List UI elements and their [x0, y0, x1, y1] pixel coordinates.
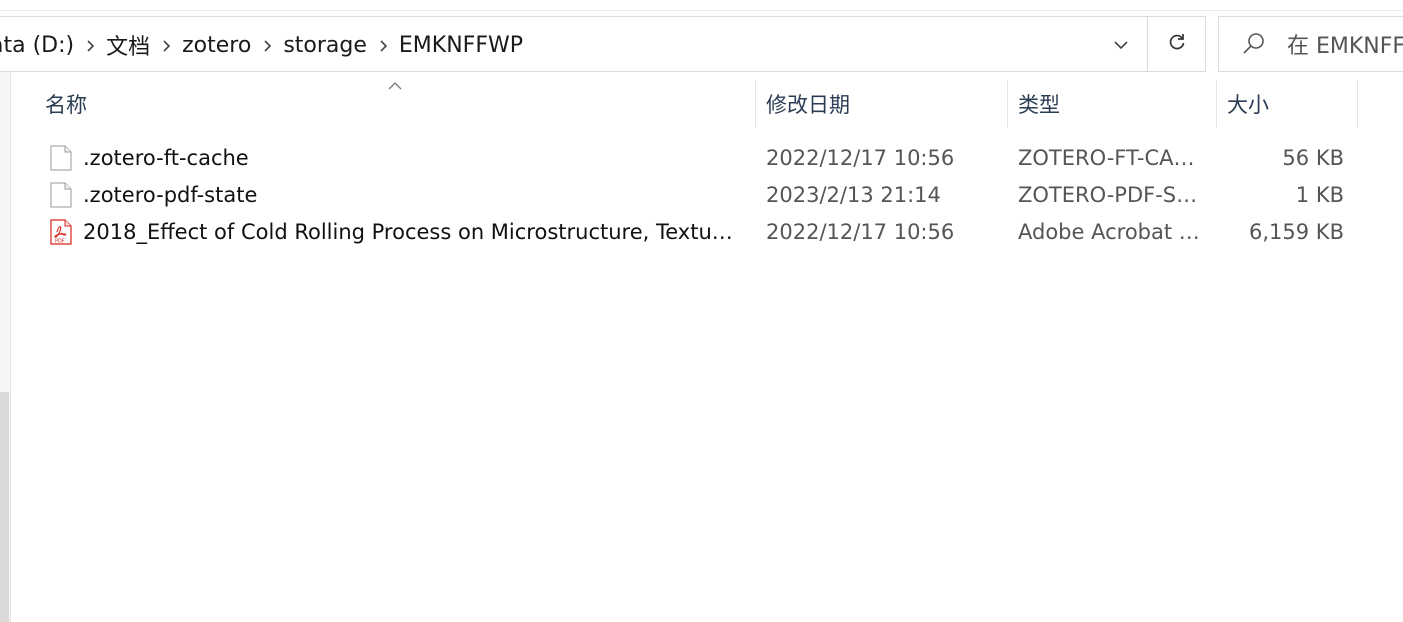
file-type: Adobe Acrobat … [1018, 220, 1200, 244]
column-header-date-modified[interactable]: 修改日期 [766, 80, 1006, 128]
file-name: .zotero-pdf-state [83, 183, 258, 207]
file-date-modified: 2023/2/13 21:14 [766, 183, 941, 207]
breadcrumb-current-folder[interactable]: EMKNFFWP [393, 33, 529, 58]
chevron-down-icon [1113, 35, 1129, 54]
file-name: .zotero-ft-cache [83, 146, 249, 170]
file-name: 2018_Effect of Cold Rolling Process on M… [83, 220, 733, 244]
search-input[interactable]: 在 EMKNFF [1218, 16, 1403, 72]
navigation-pane-scrollbar[interactable] [0, 392, 9, 622]
refresh-button[interactable] [1148, 16, 1206, 72]
column-divider[interactable] [1007, 80, 1008, 128]
pdf-file-icon: PDF [50, 219, 72, 245]
chevron-right-icon[interactable] [373, 33, 393, 58]
breadcrumb-zotero[interactable]: zotero [176, 33, 257, 58]
search-placeholder-text: 在 EMKNFF [1287, 34, 1403, 59]
file-row[interactable]: .zotero-ft-cache 2022/12/17 10:56 ZOTERO… [38, 140, 1358, 177]
file-explorer-window: ata (D:) 文档 zotero storage EMKNFFWP [0, 0, 1403, 622]
column-header-type[interactable]: 类型 [1018, 80, 1216, 128]
file-type: ZOTERO-PDF-S… [1018, 183, 1198, 207]
file-size: 56 KB [1282, 146, 1344, 170]
file-type: ZOTERO-FT-CA… [1018, 146, 1195, 170]
address-bar[interactable]: ata (D:) 文档 zotero storage EMKNFFWP [0, 16, 1148, 72]
file-date-modified: 2022/12/17 10:56 [766, 146, 955, 170]
blank-file-icon [50, 182, 72, 208]
file-date-modified: 2022/12/17 10:56 [766, 220, 955, 244]
address-history-dropdown[interactable] [1096, 17, 1146, 71]
column-divider[interactable] [755, 80, 756, 128]
breadcrumb-storage[interactable]: storage [277, 33, 373, 58]
breadcrumb: ata (D:) 文档 zotero storage EMKNFFWP [0, 17, 529, 73]
column-divider[interactable] [1357, 80, 1358, 128]
chevron-right-icon[interactable] [257, 33, 277, 58]
column-header-size[interactable]: 大小 [1227, 80, 1357, 128]
chevron-right-icon[interactable] [80, 33, 100, 58]
blank-file-icon [50, 145, 72, 171]
breadcrumb-drive[interactable]: ata (D:) [0, 33, 80, 58]
file-size: 1 KB [1295, 183, 1344, 207]
file-size: 6,159 KB [1249, 220, 1344, 244]
window-top-strip [0, 0, 1403, 11]
column-divider[interactable] [1216, 80, 1217, 128]
svg-text:PDF: PDF [55, 239, 65, 245]
file-row[interactable]: .zotero-pdf-state 2023/2/13 21:14 ZOTERO… [38, 177, 1358, 214]
chevron-right-icon[interactable] [156, 33, 176, 58]
column-header-name[interactable]: 名称 [45, 80, 755, 128]
file-row[interactable]: PDF 2018_Effect of Cold Rolling Process … [38, 214, 1358, 251]
refresh-icon [1167, 30, 1187, 58]
search-icon [1241, 31, 1267, 57]
breadcrumb-documents[interactable]: 文档 [100, 29, 156, 61]
